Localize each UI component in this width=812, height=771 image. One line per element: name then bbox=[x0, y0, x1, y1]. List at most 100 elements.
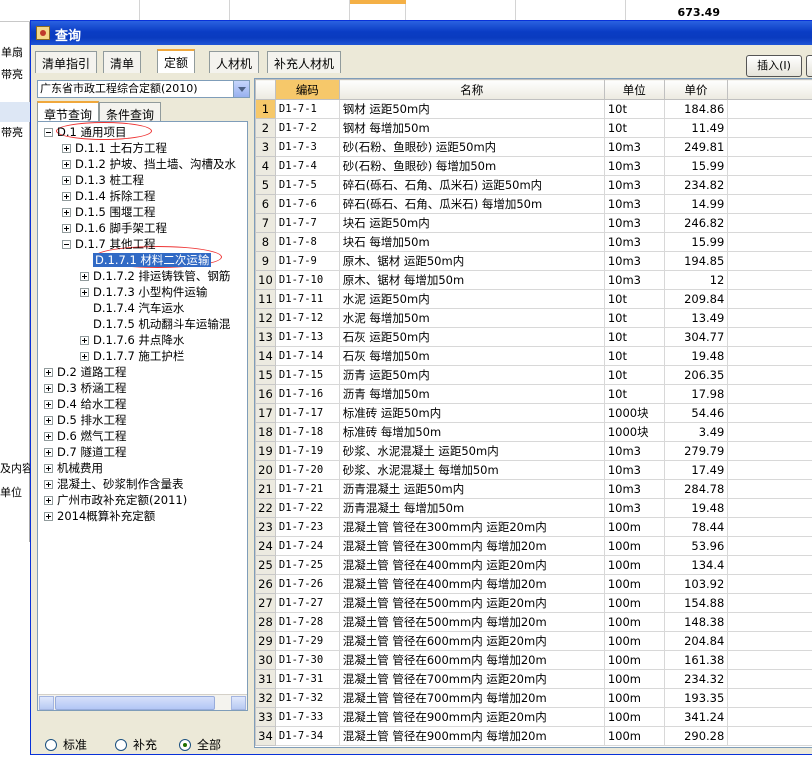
radio-supplementary[interactable]: 补充 bbox=[115, 736, 157, 753]
table-row[interactable]: 2 D1-7-2 钢材 每增加50m 10t 11.49 bbox=[255, 118, 812, 138]
tree-item[interactable]: D.1.2 护坡、挡土墙、沟槽及水 bbox=[62, 156, 236, 172]
chevron-down-icon[interactable] bbox=[233, 81, 249, 97]
table-row[interactable]: 5 D1-7-5 碎石(砾石、石角、瓜米石) 运距50m内 10m3 234.82 bbox=[255, 175, 812, 195]
tree-item[interactable]: D.1.7.1 材料二次运输 bbox=[80, 252, 212, 268]
chapter-tree[interactable]: D.1 通用项目 D.1.1 土石方工程 D.1.2 护坡、挡土墙、沟槽及水 D.1.… bbox=[37, 121, 248, 711]
scroll-right-icon[interactable] bbox=[231, 696, 246, 710]
table-row[interactable]: 19 D1-7-19 砂浆、水泥混凝土 运距50m内 10m3 279.79 bbox=[255, 441, 812, 461]
table-row[interactable]: 3 D1-7-3 砂(石粉、鱼眼砂) 运距50m内 10m3 249.81 bbox=[255, 137, 812, 157]
collapse-icon[interactable] bbox=[44, 128, 53, 137]
radio-all[interactable]: 全部 bbox=[179, 736, 221, 753]
tree-item[interactable]: D.1.7.5 机动翻斗车运输混 bbox=[80, 316, 230, 332]
scrollbar-thumb[interactable] bbox=[55, 696, 215, 710]
table-row[interactable]: 1 D1-7-1 钢材 运距50m内 10t 184.86 bbox=[255, 99, 812, 119]
tree-item[interactable]: D.6 燃气工程 bbox=[44, 428, 126, 444]
table-row[interactable]: 25 D1-7-25 混凝土管 管径在400mm内 运距20m内 100m 134.4 bbox=[255, 555, 812, 575]
column-header-price[interactable]: 单价 bbox=[663, 79, 729, 100]
table-row[interactable]: 18 D1-7-18 标准砖 每增加50m 1000块 3.49 bbox=[255, 422, 812, 442]
table-row[interactable]: 34 D1-7-34 混凝土管 管径在900mm内 每增加20m 100m 290.28 bbox=[255, 726, 812, 746]
tree-item[interactable]: D.1.7.2 排运铸铁管、钢筋 bbox=[80, 268, 230, 284]
table-row[interactable]: 15 D1-7-15 沥青 运距50m内 10t 206.35 bbox=[255, 365, 812, 385]
expand-icon[interactable] bbox=[80, 272, 89, 281]
table-row[interactable]: 6 D1-7-6 碎石(砾石、石角、瓜米石) 每增加50m 10m3 14.99 bbox=[255, 194, 812, 214]
table-row[interactable]: 4 D1-7-4 砂(石粉、鱼眼砂) 每增加50m 10m3 15.99 bbox=[255, 156, 812, 176]
expand-icon[interactable] bbox=[62, 144, 71, 153]
table-row[interactable]: 13 D1-7-13 石灰 运距50m内 10t 304.77 bbox=[255, 327, 812, 347]
column-header-code[interactable]: 编码 bbox=[274, 79, 340, 100]
table-row[interactable]: 28 D1-7-28 混凝土管 管径在500mm内 每增加20m 100m 148.38 bbox=[255, 612, 812, 632]
tab-condition-search[interactable]: 条件查询 bbox=[99, 102, 162, 122]
radio-standard[interactable]: 标准 bbox=[45, 736, 87, 753]
tree-item[interactable]: D.5 排水工程 bbox=[44, 412, 126, 428]
table-row[interactable]: 29 D1-7-29 混凝土管 管径在600mm内 运距20m内 100m 204.84 bbox=[255, 631, 812, 651]
tree-item[interactable]: D.1.3 桩工程 bbox=[62, 172, 144, 188]
table-row[interactable]: 9 D1-7-9 原木、锯材 运距50m内 10m3 194.85 bbox=[255, 251, 812, 271]
tab-quota[interactable]: 定额 bbox=[157, 49, 196, 73]
collapse-icon[interactable] bbox=[62, 240, 71, 249]
table-row[interactable]: 10 D1-7-10 原木、锯材 每增加50m 10m3 12 bbox=[255, 270, 812, 290]
tree-item[interactable]: D.1.7.6 井点降水 bbox=[80, 332, 184, 348]
insert-button[interactable]: 插入(I) bbox=[746, 55, 802, 77]
expand-icon[interactable] bbox=[44, 512, 53, 521]
tree-item[interactable]: D.1.6 脚手架工程 bbox=[62, 220, 167, 236]
radio-all-dot[interactable] bbox=[179, 738, 191, 751]
expand-icon[interactable] bbox=[44, 368, 53, 377]
dialog-title-bar[interactable]: 查询 bbox=[31, 21, 812, 45]
tree-item[interactable]: D.1.4 拆除工程 bbox=[62, 188, 155, 204]
expand-icon[interactable] bbox=[44, 400, 53, 409]
expand-icon[interactable] bbox=[62, 160, 71, 169]
table-row[interactable]: 33 D1-7-33 混凝土管 管径在900mm内 运距20m内 100m 341.24 bbox=[255, 707, 812, 727]
tree-item[interactable]: D.1.7.7 施工护栏 bbox=[80, 348, 184, 364]
extra-button[interactable] bbox=[806, 55, 812, 77]
tree-horizontal-scrollbar[interactable] bbox=[38, 694, 247, 710]
table-row[interactable]: 20 D1-7-20 砂浆、水泥混凝土 每增加50m 10m3 17.49 bbox=[255, 460, 812, 480]
tree-item[interactable]: D.1 通用项目 bbox=[44, 124, 126, 140]
table-row[interactable]: 16 D1-7-16 沥青 每增加50m 10t 17.98 bbox=[255, 384, 812, 404]
tab-labor-material-machine[interactable]: 人材机 bbox=[209, 51, 260, 73]
expand-icon[interactable] bbox=[62, 208, 71, 217]
table-row[interactable]: 11 D1-7-11 水泥 运距50m内 10t 209.84 bbox=[255, 289, 812, 309]
expand-icon[interactable] bbox=[44, 416, 53, 425]
column-header-unit[interactable]: 单位 bbox=[603, 79, 665, 100]
expand-icon[interactable] bbox=[80, 336, 89, 345]
tree-item[interactable]: D.1.5 围堰工程 bbox=[62, 204, 155, 220]
table-row[interactable]: 30 D1-7-30 混凝土管 管径在600mm内 每增加20m 100m 161.38 bbox=[255, 650, 812, 670]
expand-icon[interactable] bbox=[44, 480, 53, 489]
tree-item[interactable]: 混凝土、砂浆制作含量表 bbox=[44, 476, 184, 492]
tree-item[interactable]: D.1.7.4 汽车运水 bbox=[80, 300, 184, 316]
scroll-left-icon[interactable] bbox=[39, 696, 54, 710]
table-row[interactable]: 12 D1-7-12 水泥 每增加50m 10t 13.49 bbox=[255, 308, 812, 328]
expand-icon[interactable] bbox=[62, 176, 71, 185]
tree-item[interactable]: D.1.1 土石方工程 bbox=[62, 140, 167, 156]
column-header-name[interactable]: 名称 bbox=[338, 79, 605, 100]
tab-bill[interactable]: 清单 bbox=[103, 51, 142, 73]
table-row[interactable]: 7 D1-7-7 块石 运距50m内 10m3 246.82 bbox=[255, 213, 812, 233]
expand-icon[interactable] bbox=[44, 448, 53, 457]
radio-standard-dot[interactable] bbox=[45, 738, 57, 751]
tab-bill-guide[interactable]: 清单指引 bbox=[35, 51, 98, 73]
expand-icon[interactable] bbox=[44, 464, 53, 473]
tree-item[interactable]: D.7 隧道工程 bbox=[44, 444, 126, 460]
expand-icon[interactable] bbox=[62, 224, 71, 233]
expand-icon[interactable] bbox=[44, 432, 53, 441]
table-row[interactable]: 24 D1-7-24 混凝土管 管径在300mm内 每增加20m 100m 53.96 bbox=[255, 536, 812, 556]
tree-item[interactable]: 机械费用 bbox=[44, 460, 103, 476]
table-row[interactable]: 23 D1-7-23 混凝土管 管径在300mm内 运距20m内 100m 78.44 bbox=[255, 517, 812, 537]
quota-library-select[interactable]: 广东省市政工程综合定额(2010) bbox=[37, 80, 250, 98]
table-row[interactable]: 21 D1-7-21 沥青混凝土 运距50m内 10m3 284.78 bbox=[255, 479, 812, 499]
expand-icon[interactable] bbox=[80, 352, 89, 361]
radio-supplementary-dot[interactable] bbox=[115, 738, 127, 751]
expand-icon[interactable] bbox=[80, 288, 89, 297]
table-row[interactable]: 31 D1-7-31 混凝土管 管径在700mm内 运距20m内 100m 234.32 bbox=[255, 669, 812, 689]
table-row[interactable]: 26 D1-7-26 混凝土管 管径在400mm内 每增加20m 100m 103.92 bbox=[255, 574, 812, 594]
tree-item[interactable]: 2014概算补充定额 bbox=[44, 508, 155, 524]
table-row[interactable]: 22 D1-7-22 沥青混凝土 每增加50m 10m3 19.48 bbox=[255, 498, 812, 518]
tree-item[interactable]: D.2 道路工程 bbox=[44, 364, 126, 380]
table-row[interactable]: 14 D1-7-14 石灰 每增加50m 10t 19.48 bbox=[255, 346, 812, 366]
tree-item[interactable]: D.3 桥涵工程 bbox=[44, 380, 126, 396]
expand-icon[interactable] bbox=[62, 192, 71, 201]
tree-item[interactable]: D.1.7 其他工程 bbox=[62, 236, 155, 252]
tab-supplementary-materials[interactable]: 补充人材机 bbox=[267, 51, 342, 73]
tree-item[interactable]: 广州市政补充定额(2011) bbox=[44, 492, 187, 508]
table-row[interactable]: 8 D1-7-8 块石 每增加50m 10m3 15.99 bbox=[255, 232, 812, 252]
